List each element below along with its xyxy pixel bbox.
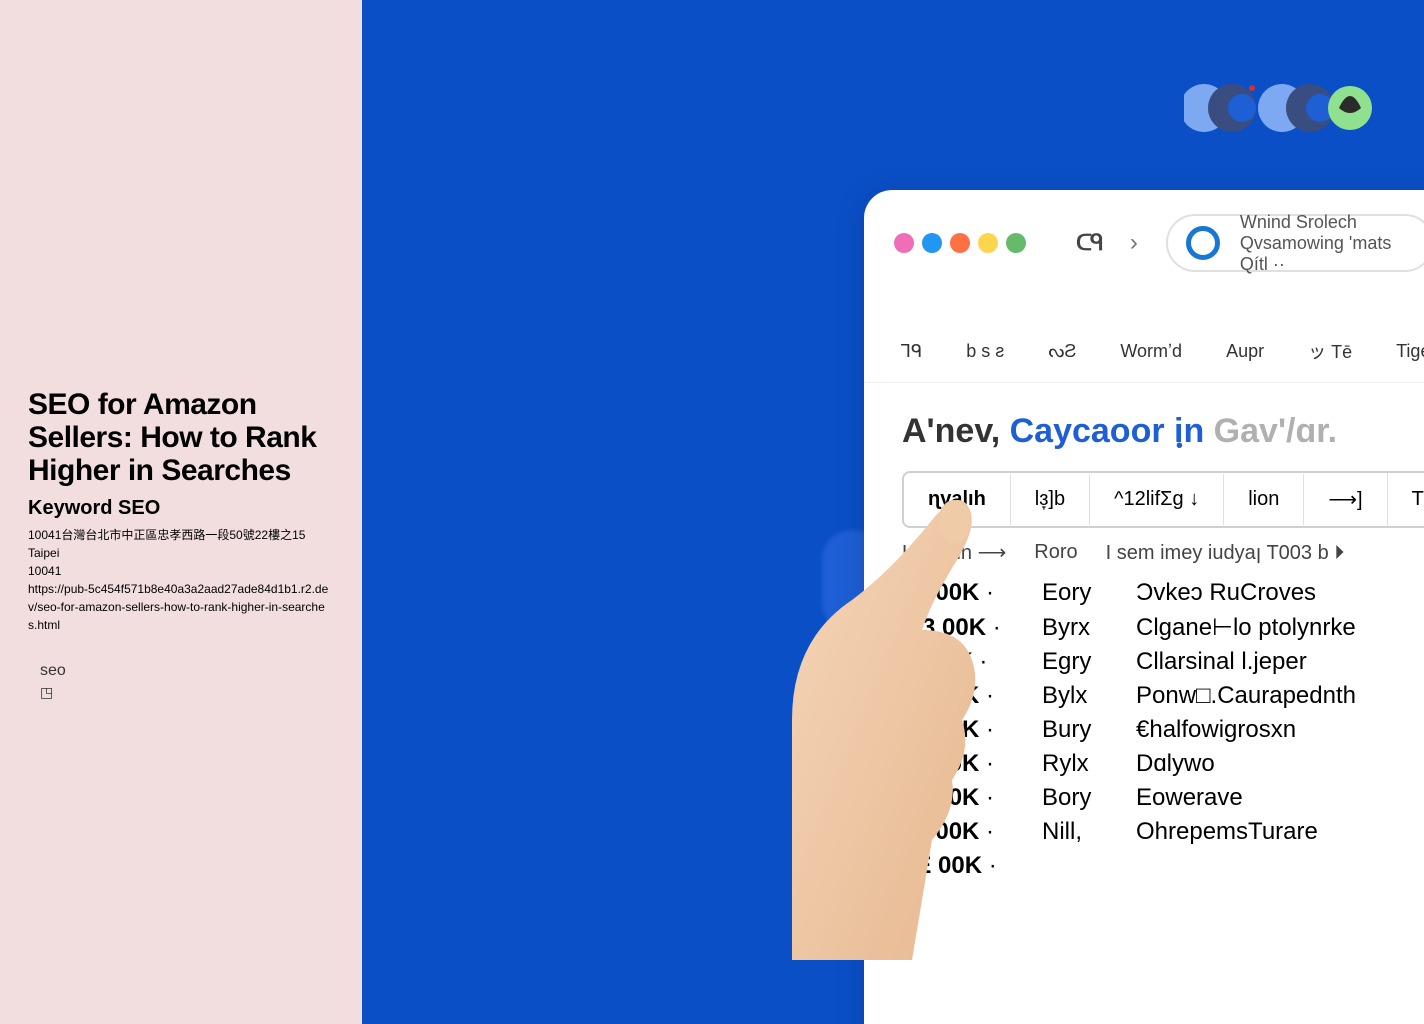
logo-cluster xyxy=(1184,78,1374,138)
filter-item[interactable]: lɜ̞]b xyxy=(1011,474,1090,525)
nav-tabs: ᒣᑫ b s ƨ ᔓƧ Wormʼd Aupr ッ Tē Tiger̀v, | … xyxy=(864,294,1424,383)
dot-icon xyxy=(922,233,942,253)
hero-illustration: ᑕᑫ › Wnind Srolech Qvsamowing 'mats Qítl… xyxy=(362,0,1424,1024)
placeholder-icon: ◳ xyxy=(28,684,334,701)
source-url: https://pub-5c454f571b8e40a3a2aad27ade84… xyxy=(28,580,334,634)
meta-item: Roro xyxy=(1034,541,1077,564)
page-subtitle: Keyword SEO xyxy=(28,497,334,520)
meta-item: I sem imey iudyaꞁ T003 b ⏵ xyxy=(1106,540,1345,565)
zip-line: 10041 xyxy=(28,562,334,580)
dot-icon xyxy=(894,233,914,253)
filter-item[interactable]: lion xyxy=(1224,474,1304,525)
tab-item[interactable]: Tiger̀v, xyxy=(1396,341,1424,362)
page-title: SEO for Amazon Sellers: How to Rank High… xyxy=(28,388,334,487)
tab-item[interactable]: Aupr xyxy=(1226,341,1264,362)
keyword-table: 68 00KEoryƆvkeɔ RuCroves 1.3 00KByrxClga… xyxy=(902,579,1424,880)
search-heading: A'nev, Caycaoor iฺn Gav'/ɑr. xyxy=(902,403,1424,457)
dot-icon xyxy=(1006,233,1026,253)
filter-item[interactable]: ⟶] xyxy=(1304,473,1387,526)
table-row: 1.3 00KByrxClgane⊢lo ptolynrke xyxy=(902,613,1424,642)
page-content: A'nev, Caycaoor iฺn Gav'/ɑr. ɳvalıh lɜ̞]… xyxy=(864,383,1424,880)
meta-item: Hŀy oun ⟶ xyxy=(902,540,1006,565)
tag-seo: seo xyxy=(28,662,334,680)
table-row: 8E 00K xyxy=(902,852,1424,880)
filter-item[interactable]: ɳvalıh xyxy=(904,474,1011,525)
loading-ring-icon xyxy=(1186,226,1220,260)
filter-item[interactable]: ^12lifƩg ↓ xyxy=(1090,474,1224,525)
browser-toolbar: ᑕᑫ › Wnind Srolech Qvsamowing 'mats Qítl… xyxy=(864,214,1424,294)
city-line: Taipei xyxy=(28,544,334,562)
table-row: 50 00KNill,OhrepemsTurare xyxy=(902,818,1424,846)
sidebar: SEO for Amazon Sellers: How to Rank High… xyxy=(0,0,362,1024)
tab-item[interactable]: ᔓƧ xyxy=(1048,341,1076,362)
address-text: Wnind Srolech Qvsamowing 'mats Qítl ·· xyxy=(1240,212,1414,275)
dot-icon xyxy=(950,233,970,253)
tab-item[interactable]: ᒣᑫ xyxy=(900,341,922,362)
table-row: 32 00KBury€halfowigrosxn xyxy=(902,716,1424,744)
table-row: 17 00KRylxDɑlywo xyxy=(902,750,1424,778)
tab-item[interactable]: ッ Tē xyxy=(1308,338,1352,364)
chevron-right-icon[interactable]: › xyxy=(1130,229,1138,257)
table-row: 8I 00KEgryCllarsinal l.jeper xyxy=(902,648,1424,676)
window-dots xyxy=(894,233,1026,253)
filter-item[interactable]: T|ƙ xyxy=(1388,474,1424,525)
table-row: 32 00KBoryEowerave xyxy=(902,784,1424,812)
table-row: 68 00KEoryƆvkeɔ RuCroves xyxy=(902,579,1424,607)
address-line: 10041台灣台北市中正區忠孝西路一段50號22樓之15 xyxy=(28,526,334,544)
dot-icon xyxy=(978,233,998,253)
table-row: 80 00KBylxPonw□.Caurapednth xyxy=(902,682,1424,710)
meta-row: Hŀy oun ⟶ Roro I sem imey iudyaꞁ T003 b … xyxy=(902,540,1424,565)
tab-item[interactable]: Wormʼd xyxy=(1120,341,1182,362)
browser-window: ᑕᑫ › Wnind Srolech Qvsamowing 'mats Qítl… xyxy=(864,190,1424,1024)
filter-bar: ɳvalıh lɜ̞]b ^12lifƩg ↓ lion ⟶] T|ƙ ⟶ Ex… xyxy=(902,471,1424,528)
tab-item[interactable]: b s ƨ xyxy=(966,341,1004,362)
address-bar[interactable]: Wnind Srolech Qvsamowing 'mats Qítl ·· xyxy=(1166,214,1424,272)
refresh-icon[interactable]: ᑕᑫ xyxy=(1076,230,1102,256)
